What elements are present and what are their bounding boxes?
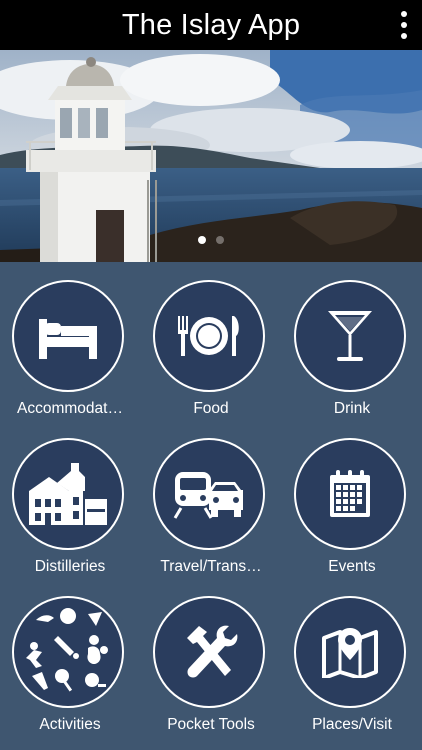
- tile-label: Food: [193, 400, 229, 417]
- tile-circle[interactable]: [12, 438, 124, 550]
- bed-icon: [39, 319, 97, 359]
- tile-drink[interactable]: Drink: [282, 262, 422, 417]
- tile-circle[interactable]: [12, 280, 124, 392]
- tile-circle[interactable]: [294, 438, 406, 550]
- tile-label: Activities: [39, 716, 101, 733]
- tile-label: Drink: [333, 400, 371, 417]
- lighthouse-photo: [0, 50, 422, 262]
- distillery-building-icon: [29, 463, 107, 525]
- app-title: The Islay App: [121, 9, 301, 41]
- hammer-wrench-icon: [187, 625, 238, 678]
- tile-circle[interactable]: [12, 596, 124, 708]
- tile-label: Distilleries: [34, 558, 106, 575]
- sports-icon: [26, 608, 108, 692]
- tile-accommodation[interactable]: Accommodat…: [0, 262, 140, 417]
- calendar-icon: [330, 470, 370, 517]
- carousel-pager[interactable]: [0, 236, 422, 246]
- tile-label: Events: [328, 558, 376, 575]
- top-bar: The Islay App: [0, 0, 422, 50]
- tile-pocket-tools[interactable]: Pocket Tools: [141, 578, 281, 733]
- tile-circle[interactable]: [153, 596, 265, 708]
- tile-travel[interactable]: Travel/Trans…: [141, 420, 281, 575]
- carousel-dot[interactable]: [216, 236, 224, 244]
- map-pin-icon: [322, 628, 378, 678]
- tile-food[interactable]: Food: [141, 262, 281, 417]
- tile-circle[interactable]: [294, 596, 406, 708]
- tile-circle[interactable]: [294, 280, 406, 392]
- carousel-dot-active[interactable]: [198, 236, 206, 244]
- tile-circle[interactable]: [153, 280, 265, 392]
- tile-label: Travel/Trans…: [160, 558, 262, 575]
- category-grid: Accommodat… Food Drink Distilleries Trav…: [0, 262, 422, 750]
- tile-places-visit[interactable]: Places/Visit: [282, 578, 422, 733]
- plate-cutlery-icon: [178, 316, 239, 356]
- hero-image[interactable]: [0, 50, 422, 262]
- tile-label: Pocket Tools: [167, 716, 255, 733]
- more-vertical-icon[interactable]: [396, 11, 412, 39]
- cocktail-glass-icon: [328, 311, 372, 361]
- tile-label: Accommodat…: [17, 400, 123, 417]
- tile-label: Places/Visit: [312, 716, 392, 733]
- tile-distilleries[interactable]: Distilleries: [0, 420, 140, 575]
- tile-activities[interactable]: Activities: [0, 578, 140, 733]
- tile-events[interactable]: Events: [282, 420, 422, 575]
- tile-circle[interactable]: [153, 438, 265, 550]
- train-car-icon: [173, 472, 243, 519]
